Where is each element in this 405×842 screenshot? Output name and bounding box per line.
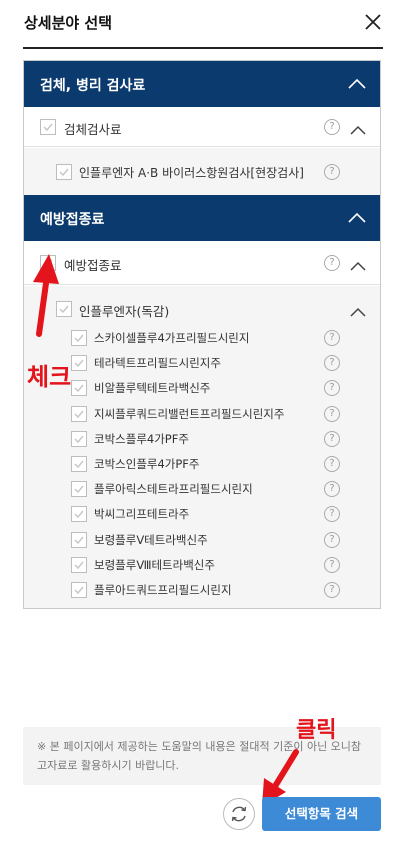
checkbox[interactable] bbox=[71, 405, 87, 422]
vaccine-item-label: 비알플루텍테트라백신주 bbox=[94, 381, 211, 396]
category-panel[interactable]: 검체, 병리 검사료 검체검사료 ? 인플루엔자 A·B 바이러스항원검사[현장… bbox=[23, 60, 381, 609]
vaccine-item[interactable]: 지씨플루쿼드리밸런트프리필드시린지주? bbox=[24, 402, 380, 426]
chevron-up-icon[interactable] bbox=[350, 257, 366, 271]
checkbox[interactable] bbox=[71, 430, 87, 447]
checkbox[interactable] bbox=[71, 556, 87, 573]
header-divider bbox=[23, 47, 383, 49]
section-header-vaccination[interactable]: 예방접종료 bbox=[24, 195, 380, 241]
vaccine-item-label: 스카이셀플루4가프리필드시린지 bbox=[94, 331, 250, 345]
vaccine-item[interactable]: 플루아릭스테트라프리필드시린지? bbox=[24, 477, 380, 501]
vaccine-item-label: 보령플루Ⅴ테트라백신주 bbox=[94, 532, 208, 547]
vaccine-item-label: 보령플루Ⅷ테트라백신주 bbox=[94, 557, 215, 572]
row-label: 인플루엔자(독감) bbox=[79, 304, 170, 319]
row-label: 검체검사료 bbox=[64, 122, 122, 137]
checkbox[interactable] bbox=[71, 380, 87, 397]
checkbox[interactable] bbox=[71, 481, 87, 498]
vaccine-item[interactable]: 비알플루텍테트라백신주? bbox=[24, 376, 380, 400]
vaccine-item[interactable]: 테라텍트프리필드시린지주? bbox=[24, 351, 380, 375]
vaccine-item-label: 코박스인플루4가PF주 bbox=[94, 457, 200, 471]
vaccine-item[interactable]: 보령플루Ⅴ테트라백신주? bbox=[24, 528, 380, 552]
vaccine-item-label: 테라텍트프리필드시린지주 bbox=[94, 356, 221, 371]
vaccine-item[interactable]: 코박스플루4가PF주? bbox=[24, 427, 380, 451]
help-icon[interactable]: ? bbox=[324, 506, 340, 523]
chevron-up-icon[interactable] bbox=[348, 76, 366, 90]
reset-button[interactable] bbox=[223, 798, 255, 830]
help-icon[interactable]: ? bbox=[324, 330, 340, 346]
vaccine-item[interactable]: 플루아드쿼드프리필드시린지? bbox=[24, 578, 380, 602]
vaccine-item-label: 박씨그리프테트라주 bbox=[94, 507, 190, 522]
subcategory-row[interactable]: 인플루엔자 A·B 바이러스항원검사[현장검사] ? bbox=[24, 148, 380, 196]
subcategory-block: 인플루엔자(독감) 스카이셀플루4가프리필드시린지? 테라텍트프리필드시린지주? 비… bbox=[24, 286, 380, 608]
vaccine-item[interactable]: 보령플루Ⅷ테트라백신주? bbox=[24, 553, 380, 577]
help-icon[interactable]: ? bbox=[324, 380, 340, 397]
vaccine-item-label: 플루아드쿼드프리필드시린지 bbox=[94, 583, 232, 597]
search-selected-button[interactable]: 선택항목 검색 bbox=[262, 797, 381, 831]
modal-title: 상세분야 선택 bbox=[24, 14, 113, 32]
checkbox[interactable] bbox=[71, 582, 87, 598]
help-icon[interactable]: ? bbox=[324, 531, 340, 548]
help-icon[interactable]: ? bbox=[324, 582, 340, 598]
subcategory-row[interactable]: 인플루엔자(독감) bbox=[24, 294, 380, 324]
section-title: 검체, 병리 검사료 bbox=[40, 78, 146, 94]
help-icon[interactable]: ? bbox=[324, 405, 340, 422]
vaccine-item-label: 플루아릭스테트라프리필드시린지 bbox=[94, 482, 253, 497]
help-icon[interactable]: ? bbox=[324, 556, 340, 573]
vaccine-item-label: 코박스플루4가PF주 bbox=[94, 431, 189, 446]
help-icon[interactable]: ? bbox=[324, 255, 340, 271]
checkbox[interactable] bbox=[71, 330, 87, 346]
help-icon[interactable]: ? bbox=[324, 355, 340, 372]
vaccine-item[interactable]: 코박스인플루4가PF주? bbox=[24, 452, 380, 476]
category-row-vaccination[interactable]: 예방접종료 ? bbox=[24, 241, 380, 285]
help-icon[interactable]: ? bbox=[324, 430, 340, 447]
annotation-click: 클릭 bbox=[296, 718, 337, 743]
checkbox[interactable] bbox=[40, 119, 56, 135]
checkbox[interactable] bbox=[71, 456, 87, 472]
help-icon[interactable]: ? bbox=[324, 164, 340, 180]
checkbox[interactable] bbox=[71, 531, 87, 548]
chevron-up-icon[interactable] bbox=[350, 303, 366, 317]
vaccine-item-label: 지씨플루쿼드리밸런트프리필드시린지주 bbox=[94, 406, 285, 421]
close-icon[interactable] bbox=[363, 12, 383, 32]
row-label: 예방접종료 bbox=[64, 258, 122, 273]
category-row-specimen-test[interactable]: 검체검사료 ? bbox=[24, 107, 380, 147]
red-arrow-icon bbox=[33, 254, 59, 337]
vaccine-item[interactable]: 스카이셀플루4가프리필드시린지? bbox=[24, 326, 380, 350]
modal-header: 상세분야 선택 bbox=[0, 0, 405, 48]
checkbox[interactable] bbox=[71, 355, 87, 372]
chevron-up-icon[interactable] bbox=[350, 121, 366, 135]
help-icon[interactable]: ? bbox=[324, 456, 340, 472]
checkbox[interactable] bbox=[56, 164, 72, 180]
row-label: 인플루엔자 A·B 바이러스항원검사[현장검사] bbox=[79, 166, 304, 180]
help-icon[interactable]: ? bbox=[324, 481, 340, 498]
refresh-icon bbox=[231, 806, 247, 822]
help-icon[interactable]: ? bbox=[324, 119, 340, 135]
annotation-check: 체크 bbox=[27, 363, 72, 391]
section-header-specimen[interactable]: 검체, 병리 검사료 bbox=[24, 61, 380, 107]
vaccine-item[interactable]: 박씨그리프테트라주? bbox=[24, 502, 380, 526]
checkbox[interactable] bbox=[71, 506, 87, 523]
section-title: 예방접종료 bbox=[40, 212, 105, 228]
chevron-up-icon[interactable] bbox=[348, 210, 366, 224]
